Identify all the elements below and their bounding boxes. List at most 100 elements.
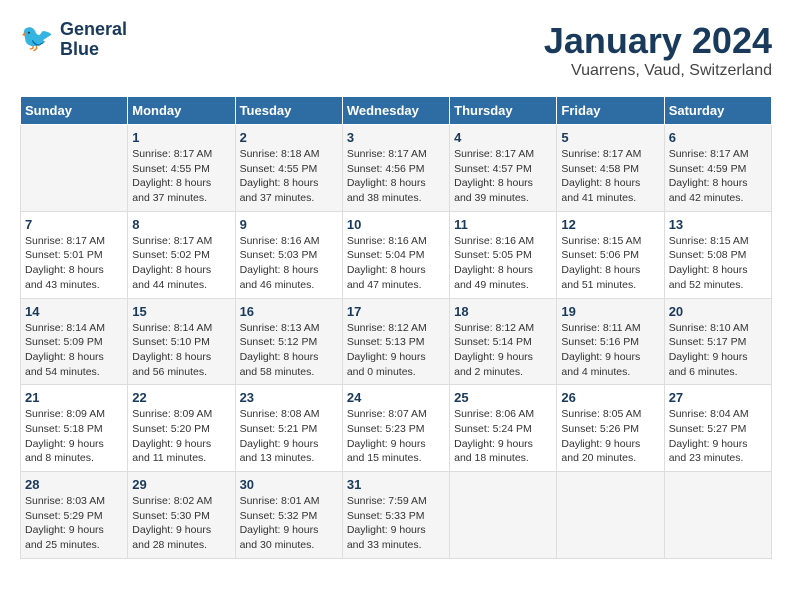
header-cell-saturday: Saturday — [664, 97, 771, 125]
calendar-cell: 31Sunrise: 7:59 AMSunset: 5:33 PMDayligh… — [342, 472, 449, 559]
calendar-cell: 8 Sunrise: 8:17 AMSunset: 5:02 PMDaylight… — [128, 211, 235, 298]
logo-text: General Blue — [60, 20, 127, 60]
day-info: Sunrise: 8:17 AMSunset: 5:02 PMDaylight:… — [132, 234, 230, 293]
day-info: Sunrise: 8:11 AMSunset: 5:16 PMDaylight:… — [561, 321, 659, 380]
day-number: 23 — [240, 390, 338, 405]
day-number: 20 — [669, 304, 767, 319]
day-number: 12 — [561, 217, 659, 232]
week-row-1: 1 Sunrise: 8:17 AMSunset: 4:55 PMDaylight… — [21, 125, 772, 212]
day-number: 18 — [454, 304, 552, 319]
calendar-cell: 1 Sunrise: 8:17 AMSunset: 4:55 PMDaylight… — [128, 125, 235, 212]
day-info: Sunrise: 8:14 AMSunset: 5:10 PMDaylight:… — [132, 321, 230, 380]
day-number: 2 — [240, 130, 338, 145]
day-info: Sunrise: 8:10 AMSunset: 5:17 PMDaylight:… — [669, 321, 767, 380]
calendar-cell: 14Sunrise: 8:14 AMSunset: 5:09 PMDayligh… — [21, 298, 128, 385]
day-number: 31 — [347, 477, 445, 492]
day-info: Sunrise: 8:08 AMSunset: 5:21 PMDaylight:… — [240, 407, 338, 466]
calendar-cell: 15 Sunrise: 8:14 AMSunset: 5:10 PMDayligh… — [128, 298, 235, 385]
calendar-cell: 5 Sunrise: 8:17 AMSunset: 4:58 PMDaylight… — [557, 125, 664, 212]
day-info: Sunrise: 8:12 AMSunset: 5:13 PMDaylight:… — [347, 321, 445, 380]
day-number: 30 — [240, 477, 338, 492]
calendar-cell: 25 Sunrise: 8:06 AMSunset: 5:24 PMDayligh… — [450, 385, 557, 472]
day-info: Sunrise: 8:17 AMSunset: 4:55 PMDaylight:… — [132, 147, 230, 206]
day-info: Sunrise: 8:17 AMSunset: 4:59 PMDaylight:… — [669, 147, 767, 206]
day-number: 7 — [25, 217, 123, 232]
calendar-cell: 23 Sunrise: 8:08 AMSunset: 5:21 PMDayligh… — [235, 385, 342, 472]
day-number: 14 — [25, 304, 123, 319]
day-number: 11 — [454, 217, 552, 232]
header-cell-tuesday: Tuesday — [235, 97, 342, 125]
day-number: 17 — [347, 304, 445, 319]
header-cell-thursday: Thursday — [450, 97, 557, 125]
day-number: 3 — [347, 130, 445, 145]
calendar-cell: 12 Sunrise: 8:15 AMSunset: 5:06 PMDayligh… — [557, 211, 664, 298]
calendar-cell: 21 Sunrise: 8:09 AMSunset: 5:18 PMDayligh… — [21, 385, 128, 472]
day-number: 13 — [669, 217, 767, 232]
day-number: 24 — [347, 390, 445, 405]
day-number: 1 — [132, 130, 230, 145]
day-info: Sunrise: 8:13 AMSunset: 5:12 PMDaylight:… — [240, 321, 338, 380]
day-info: Sunrise: 8:15 AMSunset: 5:06 PMDaylight:… — [561, 234, 659, 293]
day-number: 29 — [132, 477, 230, 492]
calendar-cell: 3 Sunrise: 8:17 AMSunset: 4:56 PMDaylight… — [342, 125, 449, 212]
day-info: Sunrise: 8:16 AMSunset: 5:04 PMDaylight:… — [347, 234, 445, 293]
month-title: January 2024 — [544, 20, 772, 62]
day-info: Sunrise: 8:09 AMSunset: 5:18 PMDaylight:… — [25, 407, 123, 466]
day-info: Sunrise: 8:12 AMSunset: 5:14 PMDaylight:… — [454, 321, 552, 380]
calendar-cell: 16Sunrise: 8:13 AMSunset: 5:12 PMDayligh… — [235, 298, 342, 385]
day-info: Sunrise: 8:01 AMSunset: 5:32 PMDaylight:… — [240, 494, 338, 553]
location-subtitle: Vuarrens, Vaud, Switzerland — [544, 62, 772, 80]
day-number: 28 — [25, 477, 123, 492]
calendar-cell: 13 Sunrise: 8:15 AMSunset: 5:08 PMDayligh… — [664, 211, 771, 298]
calendar-cell — [664, 472, 771, 559]
header-cell-monday: Monday — [128, 97, 235, 125]
day-info: Sunrise: 8:06 AMSunset: 5:24 PMDaylight:… — [454, 407, 552, 466]
week-row-4: 21 Sunrise: 8:09 AMSunset: 5:18 PMDayligh… — [21, 385, 772, 472]
calendar-cell: 6 Sunrise: 8:17 AMSunset: 4:59 PMDaylight… — [664, 125, 771, 212]
calendar-cell: 28Sunrise: 8:03 AMSunset: 5:29 PMDayligh… — [21, 472, 128, 559]
calendar-cell — [21, 125, 128, 212]
header-cell-wednesday: Wednesday — [342, 97, 449, 125]
day-number: 5 — [561, 130, 659, 145]
day-number: 8 — [132, 217, 230, 232]
day-info: Sunrise: 8:17 AMSunset: 4:58 PMDaylight:… — [561, 147, 659, 206]
calendar-table: SundayMondayTuesdayWednesdayThursdayFrid… — [20, 96, 772, 559]
logo-icon: 🐦 — [20, 22, 56, 58]
day-number: 15 — [132, 304, 230, 319]
week-row-5: 28Sunrise: 8:03 AMSunset: 5:29 PMDayligh… — [21, 472, 772, 559]
day-info: Sunrise: 8:16 AMSunset: 5:05 PMDaylight:… — [454, 234, 552, 293]
calendar-cell: 29Sunrise: 8:02 AMSunset: 5:30 PMDayligh… — [128, 472, 235, 559]
calendar-cell: 9 Sunrise: 8:16 AMSunset: 5:03 PMDaylight… — [235, 211, 342, 298]
day-info: Sunrise: 8:17 AMSunset: 4:56 PMDaylight:… — [347, 147, 445, 206]
calendar-cell: 11 Sunrise: 8:16 AMSunset: 5:05 PMDayligh… — [450, 211, 557, 298]
calendar-cell: 30 Sunrise: 8:01 AMSunset: 5:32 PMDayligh… — [235, 472, 342, 559]
calendar-cell: 24Sunrise: 8:07 AMSunset: 5:23 PMDayligh… — [342, 385, 449, 472]
day-info: Sunrise: 8:18 AMSunset: 4:55 PMDaylight:… — [240, 147, 338, 206]
week-row-2: 7 Sunrise: 8:17 AMSunset: 5:01 PMDaylight… — [21, 211, 772, 298]
header-cell-friday: Friday — [557, 97, 664, 125]
svg-text:🐦: 🐦 — [20, 23, 54, 53]
day-number: 25 — [454, 390, 552, 405]
day-number: 22 — [132, 390, 230, 405]
calendar-cell: 18 Sunrise: 8:12 AMSunset: 5:14 PMDayligh… — [450, 298, 557, 385]
day-number: 21 — [25, 390, 123, 405]
day-number: 19 — [561, 304, 659, 319]
calendar-cell: 17 Sunrise: 8:12 AMSunset: 5:13 PMDayligh… — [342, 298, 449, 385]
calendar-cell — [557, 472, 664, 559]
day-number: 26 — [561, 390, 659, 405]
day-number: 6 — [669, 130, 767, 145]
day-number: 9 — [240, 217, 338, 232]
calendar-cell: 27Sunrise: 8:04 AMSunset: 5:27 PMDayligh… — [664, 385, 771, 472]
calendar-cell: 22 Sunrise: 8:09 AMSunset: 5:20 PMDayligh… — [128, 385, 235, 472]
calendar-cell: 7 Sunrise: 8:17 AMSunset: 5:01 PMDaylight… — [21, 211, 128, 298]
day-number: 27 — [669, 390, 767, 405]
day-info: Sunrise: 8:15 AMSunset: 5:08 PMDaylight:… — [669, 234, 767, 293]
calendar-cell: 10Sunrise: 8:16 AMSunset: 5:04 PMDayligh… — [342, 211, 449, 298]
day-info: Sunrise: 8:16 AMSunset: 5:03 PMDaylight:… — [240, 234, 338, 293]
day-info: Sunrise: 8:09 AMSunset: 5:20 PMDaylight:… — [132, 407, 230, 466]
calendar-cell: 26 Sunrise: 8:05 AMSunset: 5:26 PMDayligh… — [557, 385, 664, 472]
day-info: Sunrise: 8:05 AMSunset: 5:26 PMDaylight:… — [561, 407, 659, 466]
day-info: Sunrise: 8:17 AMSunset: 5:01 PMDaylight:… — [25, 234, 123, 293]
header-row: SundayMondayTuesdayWednesdayThursdayFrid… — [21, 97, 772, 125]
week-row-3: 14Sunrise: 8:14 AMSunset: 5:09 PMDayligh… — [21, 298, 772, 385]
